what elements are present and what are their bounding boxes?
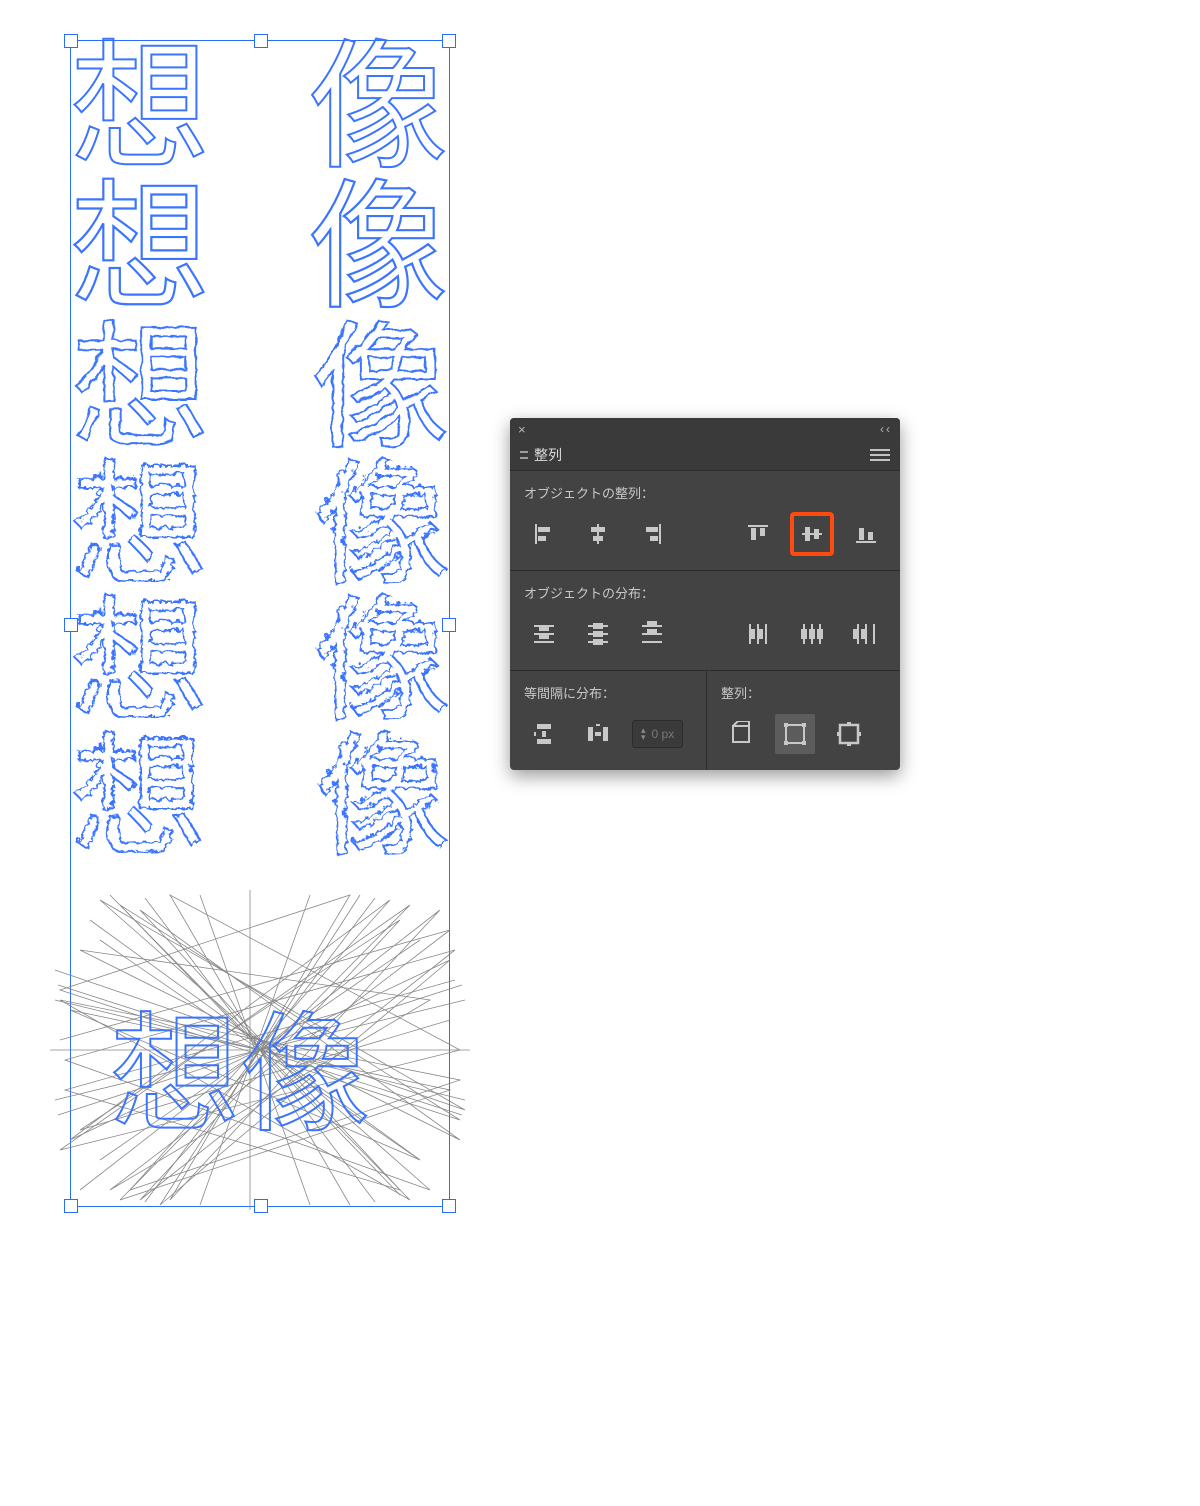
glyph: 想 bbox=[70, 180, 210, 320]
spacing-value-input[interactable]: ▴▾ 0 px bbox=[632, 720, 683, 748]
distribute-vertical-bottom-icon[interactable] bbox=[632, 614, 672, 654]
stepper-arrows-icon[interactable]: ▴▾ bbox=[641, 727, 646, 741]
section-label: 整列： bbox=[721, 683, 886, 702]
panel-title: 整列 bbox=[534, 445, 562, 465]
drag-grip-icon bbox=[520, 448, 528, 462]
distribute-spacing-vertical-icon[interactable] bbox=[524, 714, 564, 754]
glyph: 想 bbox=[70, 320, 208, 458]
spacing-value: 0 px bbox=[652, 727, 675, 741]
glyph: 像 bbox=[312, 458, 448, 594]
glyph: 想 bbox=[70, 458, 206, 594]
section-label: オブジェクトの整列： bbox=[524, 483, 886, 502]
distribute-vertical-center-icon[interactable] bbox=[578, 614, 618, 654]
collapse-icon[interactable]: ‹‹ bbox=[880, 422, 892, 436]
horizontal-align-right-icon[interactable] bbox=[632, 514, 672, 554]
section-label: 等間隔に分布： bbox=[524, 683, 692, 702]
panel-tab-bar: 整列 bbox=[510, 440, 900, 470]
vertical-align-middle-icon[interactable] bbox=[792, 514, 832, 554]
align-to-artboard-icon[interactable] bbox=[721, 714, 761, 754]
glyph: 像 bbox=[308, 180, 448, 320]
horizontal-align-center-icon[interactable] bbox=[578, 514, 618, 554]
glyph: 像 bbox=[312, 594, 448, 730]
align-to-selection-icon[interactable] bbox=[775, 714, 815, 754]
glyph: 像 bbox=[308, 40, 448, 180]
vertical-align-bottom-icon[interactable] bbox=[846, 514, 886, 554]
distribute-horizontal-left-icon[interactable] bbox=[738, 614, 778, 654]
distribute-vertical-top-icon[interactable] bbox=[524, 614, 564, 654]
illustrator-canvas[interactable]: 想像 想像 想像 想像 想像 想像 想像 bbox=[50, 30, 480, 1370]
section-align-objects: オブジェクトの整列： bbox=[510, 470, 900, 570]
section-label: オブジェクトの分布： bbox=[524, 583, 886, 602]
close-icon[interactable]: × bbox=[518, 422, 526, 437]
glyph: 想 bbox=[70, 730, 204, 864]
horizontal-align-left-icon[interactable] bbox=[524, 514, 564, 554]
vertical-align-top-icon[interactable] bbox=[738, 514, 778, 554]
glyph: 想 bbox=[70, 40, 210, 180]
selected-text-outlines[interactable]: 想像 想像 想像 想像 想像 想像 bbox=[70, 40, 448, 864]
section-distribute-objects: オブジェクトの分布： bbox=[510, 570, 900, 670]
distribute-horizontal-right-icon[interactable] bbox=[846, 614, 886, 654]
final-glyph-pair: 想像 bbox=[110, 970, 370, 1158]
glyph: 想 bbox=[70, 594, 206, 730]
section-bottom: 等間隔に分布： ▴▾ 0 px 整列： bbox=[510, 670, 900, 770]
rough-sketch-group[interactable]: 想像 bbox=[50, 890, 470, 1210]
section-align-to: 整列： bbox=[706, 671, 900, 770]
distribute-horizontal-center-icon[interactable] bbox=[792, 614, 832, 654]
panel-titlebar[interactable]: × ‹‹ bbox=[510, 418, 900, 440]
section-distribute-spacing: 等間隔に分布： ▴▾ 0 px bbox=[510, 671, 706, 770]
distribute-spacing-horizontal-icon[interactable] bbox=[578, 714, 618, 754]
align-to-key-object-icon[interactable] bbox=[829, 714, 869, 754]
align-tab[interactable]: 整列 bbox=[520, 445, 562, 465]
glyph: 像 bbox=[310, 320, 448, 458]
panel-menu-icon[interactable] bbox=[870, 449, 890, 461]
glyph: 像 bbox=[314, 730, 448, 864]
align-panel[interactable]: × ‹‹ 整列 オブジェクトの整列： bbox=[510, 418, 900, 770]
